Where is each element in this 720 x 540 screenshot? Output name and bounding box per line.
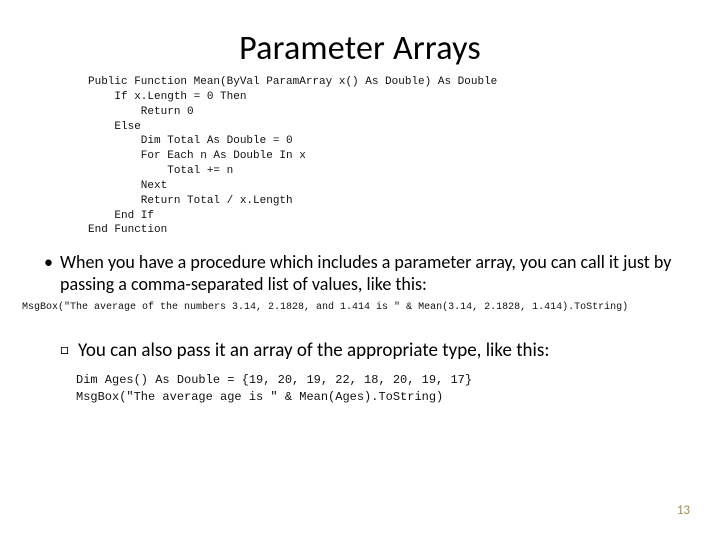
slide-title: Parameter Arrays [22,28,698,69]
code-function-mean: Public Function Mean(ByVal ParamArray x(… [88,75,698,238]
code-array-example: Dim Ages() As Double = {19, 20, 19, 22, … [76,372,698,406]
slide: Parameter Arrays Public Function Mean(By… [0,0,720,540]
bullet-dot-icon: • [44,252,60,274]
bullet-text-2: You can also pass it an array of the app… [78,339,676,362]
bullet-text-1: When you have a procedure which includes… [60,252,690,296]
code-msgbox-inline: MsgBox("The average of the numbers 3.14,… [22,302,698,313]
bullet-item-2: □ You can also pass it an array of the a… [60,339,676,362]
page-number: 13 [677,503,690,518]
bullet-item-1: • When you have a procedure which includ… [44,252,690,296]
square-bullet-icon: □ [60,339,78,362]
